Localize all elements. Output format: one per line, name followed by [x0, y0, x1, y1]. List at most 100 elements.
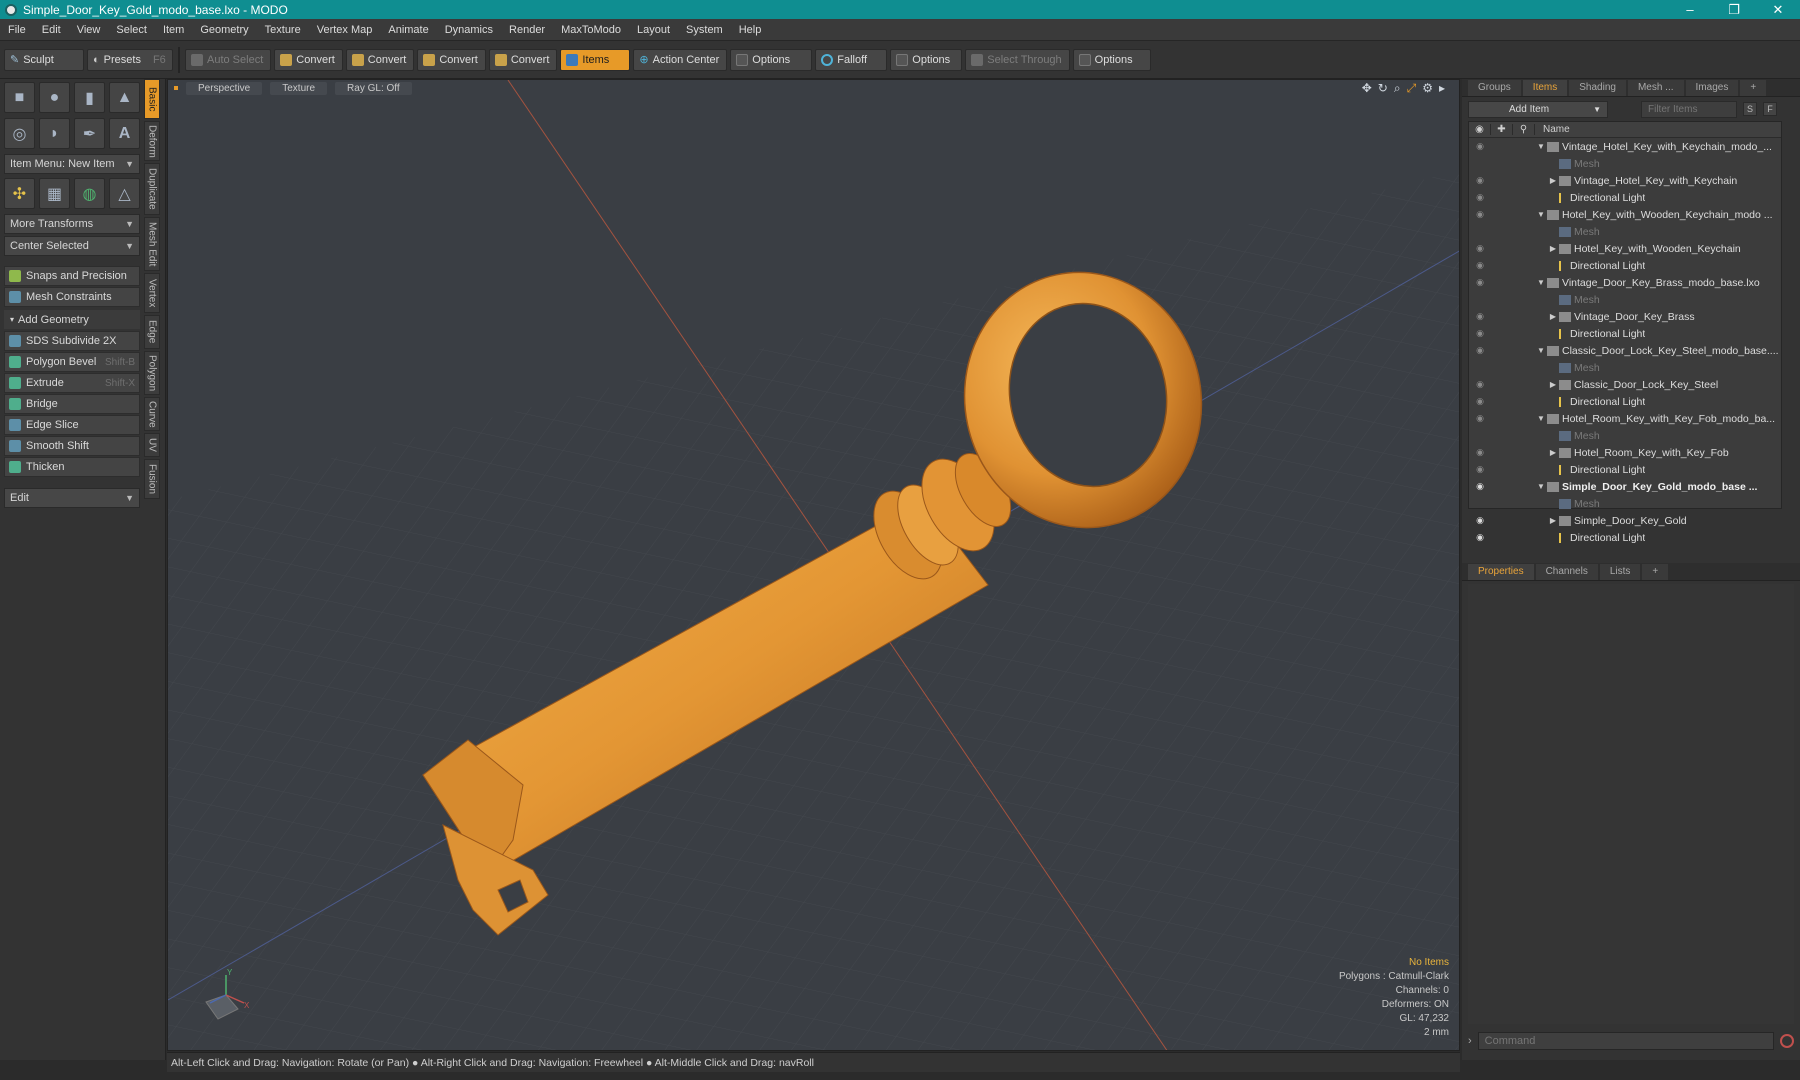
cube-primitive-icon[interactable]: ■	[4, 82, 35, 113]
falloff-button[interactable]: Falloff	[815, 48, 888, 71]
action-center-button[interactable]: ⊕ Action Center	[633, 48, 728, 71]
visibility-eye-icon[interactable]: ◉	[1469, 192, 1491, 203]
tab-curve[interactable]: Curve	[144, 397, 160, 431]
tree-row-scene[interactable]: ◉ ▼ Vintage_Hotel_Key_with_Keychain_modo_.…	[1469, 138, 1781, 155]
items-mode-button[interactable]: Items	[560, 48, 631, 71]
snaps-precision-button[interactable]: Snaps and Precision	[4, 266, 140, 286]
tree-row-group[interactable]: ◉ ▶ Vintage_Hotel_Key_with_Keychain	[1469, 172, 1781, 189]
collapse-arrow-icon[interactable]: ▶	[1547, 312, 1559, 321]
tree-row-light[interactable]: ◉ Directional Light	[1469, 393, 1781, 410]
globe-icon[interactable]: ◍	[74, 178, 105, 209]
visibility-eye-icon[interactable]: ◉	[1469, 396, 1491, 407]
sphere-primitive-icon[interactable]: ●	[39, 82, 70, 113]
tree-row-mesh[interactable]: Mesh	[1469, 223, 1781, 240]
maximize-viewport-icon[interactable]: ⤢	[1407, 81, 1417, 96]
filter-f-button[interactable]: F	[1763, 102, 1777, 116]
menu-animate[interactable]: Animate	[380, 24, 436, 36]
viewport-menu-icon[interactable]	[174, 86, 178, 90]
mesh-constraints-button[interactable]: Mesh Constraints	[4, 287, 140, 307]
tree-row-light[interactable]: ◉ Directional Light	[1469, 189, 1781, 206]
presets-button[interactable]: ◐ Presets F6	[87, 48, 173, 71]
ray-gl-button[interactable]: Ray GL: Off	[335, 81, 412, 95]
menu-item[interactable]: Item	[155, 24, 192, 36]
tree-row-mesh[interactable]: Mesh	[1469, 291, 1781, 308]
visibility-eye-icon[interactable]: ◉	[1469, 311, 1491, 322]
rotate-icon[interactable]: ↻	[1378, 81, 1388, 96]
extrude-button[interactable]: Extrude Shift-X	[4, 373, 140, 393]
name-column-header[interactable]: Name	[1535, 124, 1570, 135]
menu-vertex-map[interactable]: Vertex Map	[309, 24, 381, 36]
menu-maxtomodo[interactable]: MaxToModo	[553, 24, 629, 36]
tab-vertex[interactable]: Vertex	[144, 273, 160, 313]
add-item-button[interactable]: Add Item ▼	[1468, 100, 1608, 118]
tree-row-mesh[interactable]: Mesh	[1469, 427, 1781, 444]
edge-slice-button[interactable]: Edge Slice	[4, 415, 140, 435]
item-tree[interactable]: ◉ ✚ ⚲ Name ◉ ▼ Vintage_Hotel_Key_with_Keyc…	[1468, 121, 1782, 544]
auto-select-button[interactable]: Auto Select	[185, 48, 272, 71]
expand-arrow-icon[interactable]: ▼	[1535, 414, 1547, 423]
expand-arrow-icon[interactable]: ▼	[1535, 346, 1547, 355]
tab-mesh-edit[interactable]: Mesh Edit	[144, 217, 160, 271]
texture-shading-button[interactable]: Texture	[270, 81, 328, 95]
tree-row-group[interactable]: ◉ ▶ Hotel_Room_Key_with_Key_Fob	[1469, 444, 1781, 461]
tab-fusion[interactable]: Fusion	[144, 459, 160, 499]
capsule-primitive-icon[interactable]: ◗	[39, 118, 70, 149]
tab-groups[interactable]: Groups	[1468, 80, 1521, 96]
thicken-button[interactable]: Thicken	[4, 457, 140, 477]
tab-shading[interactable]: Shading	[1569, 80, 1626, 96]
tab-polygon[interactable]: Polygon	[144, 351, 160, 395]
gear-icon[interactable]: ⚙	[1422, 81, 1433, 96]
item-menu-dropdown[interactable]: Item Menu: New Item ▼	[4, 154, 140, 174]
tree-row-light[interactable]: ◉ Directional Light	[1469, 257, 1781, 274]
pen-tool-icon[interactable]: ✒	[74, 118, 105, 149]
tree-row-group[interactable]: ◉ ▶ Hotel_Key_with_Wooden_Keychain	[1469, 240, 1781, 257]
maximize-button[interactable]: ❐	[1712, 0, 1756, 19]
pyramid-icon[interactable]: △	[109, 178, 140, 209]
falloff-options-button[interactable]: Options	[890, 48, 963, 71]
menu-layout[interactable]: Layout	[629, 24, 678, 36]
filter-s-button[interactable]: S	[1743, 102, 1757, 116]
smooth-shift-button[interactable]: Smooth Shift	[4, 436, 140, 456]
convert-polygons-button[interactable]: Convert	[417, 48, 486, 71]
close-button[interactable]: ✕	[1756, 0, 1800, 19]
lock-column-icon[interactable]: ✚	[1491, 124, 1513, 135]
menu-dynamics[interactable]: Dynamics	[437, 24, 501, 36]
viewport-canvas[interactable]	[168, 80, 1460, 1051]
tree-row-mesh[interactable]: Mesh	[1469, 155, 1781, 172]
tab-lists[interactable]: Lists	[1599, 564, 1641, 580]
zoom-icon[interactable]: ⌕	[1394, 81, 1401, 96]
visibility-eye-icon[interactable]: ◉	[1469, 413, 1491, 424]
tab-uv[interactable]: UV	[144, 433, 160, 457]
text-tool-icon[interactable]: A	[109, 118, 140, 149]
filter-items-input[interactable]	[1641, 100, 1737, 118]
expand-arrow-icon[interactable]: ▼	[1535, 210, 1547, 219]
command-input[interactable]	[1477, 1032, 1774, 1050]
play-arrow-icon[interactable]: ▸	[1439, 81, 1445, 96]
minimize-button[interactable]: –	[1668, 0, 1712, 19]
tab-duplicate[interactable]: Duplicate	[144, 163, 160, 215]
tree-row-light[interactable]: ◉ Directional Light	[1469, 461, 1781, 478]
tree-row-scene[interactable]: ◉ ▼ Vintage_Door_Key_Brass_modo_base.lxo	[1469, 274, 1781, 291]
transform-icon[interactable]: ✣	[4, 178, 35, 209]
tree-row-mesh[interactable]: Mesh	[1469, 495, 1781, 512]
tab-mesh[interactable]: Mesh ...	[1627, 80, 1684, 96]
visibility-eye-icon[interactable]: ◉	[1469, 515, 1491, 526]
visibility-eye-icon[interactable]: ◉	[1469, 447, 1491, 458]
render-column-icon[interactable]: ⚲	[1513, 124, 1535, 135]
tree-row-light[interactable]: ◉ Directional Light	[1469, 529, 1781, 546]
tree-row-group[interactable]: ◉ ▶ Classic_Door_Lock_Key_Steel	[1469, 376, 1781, 393]
visibility-eye-icon[interactable]: ◉	[1469, 345, 1491, 356]
visibility-eye-icon[interactable]: ◉	[1469, 481, 1491, 492]
expand-arrow-icon[interactable]: ▼	[1535, 142, 1547, 151]
select-through-button[interactable]: Select Through	[965, 48, 1070, 71]
menu-texture[interactable]: Texture	[257, 24, 309, 36]
visibility-column-icon[interactable]: ◉	[1469, 124, 1491, 135]
tab-channels[interactable]: Channels	[1535, 564, 1598, 580]
tree-row-group[interactable]: ◉ ▶ Simple_Door_Key_Gold	[1469, 512, 1781, 529]
edit-dropdown[interactable]: Edit ▼	[4, 488, 140, 508]
tab-properties[interactable]: Properties	[1468, 564, 1534, 580]
sculpt-button[interactable]: ✎ Sculpt	[4, 48, 84, 71]
polygon-bevel-button[interactable]: Polygon Bevel Shift-B	[4, 352, 140, 372]
collapse-arrow-icon[interactable]: ▶	[1547, 516, 1559, 525]
cone-primitive-icon[interactable]: ▲	[109, 82, 140, 113]
